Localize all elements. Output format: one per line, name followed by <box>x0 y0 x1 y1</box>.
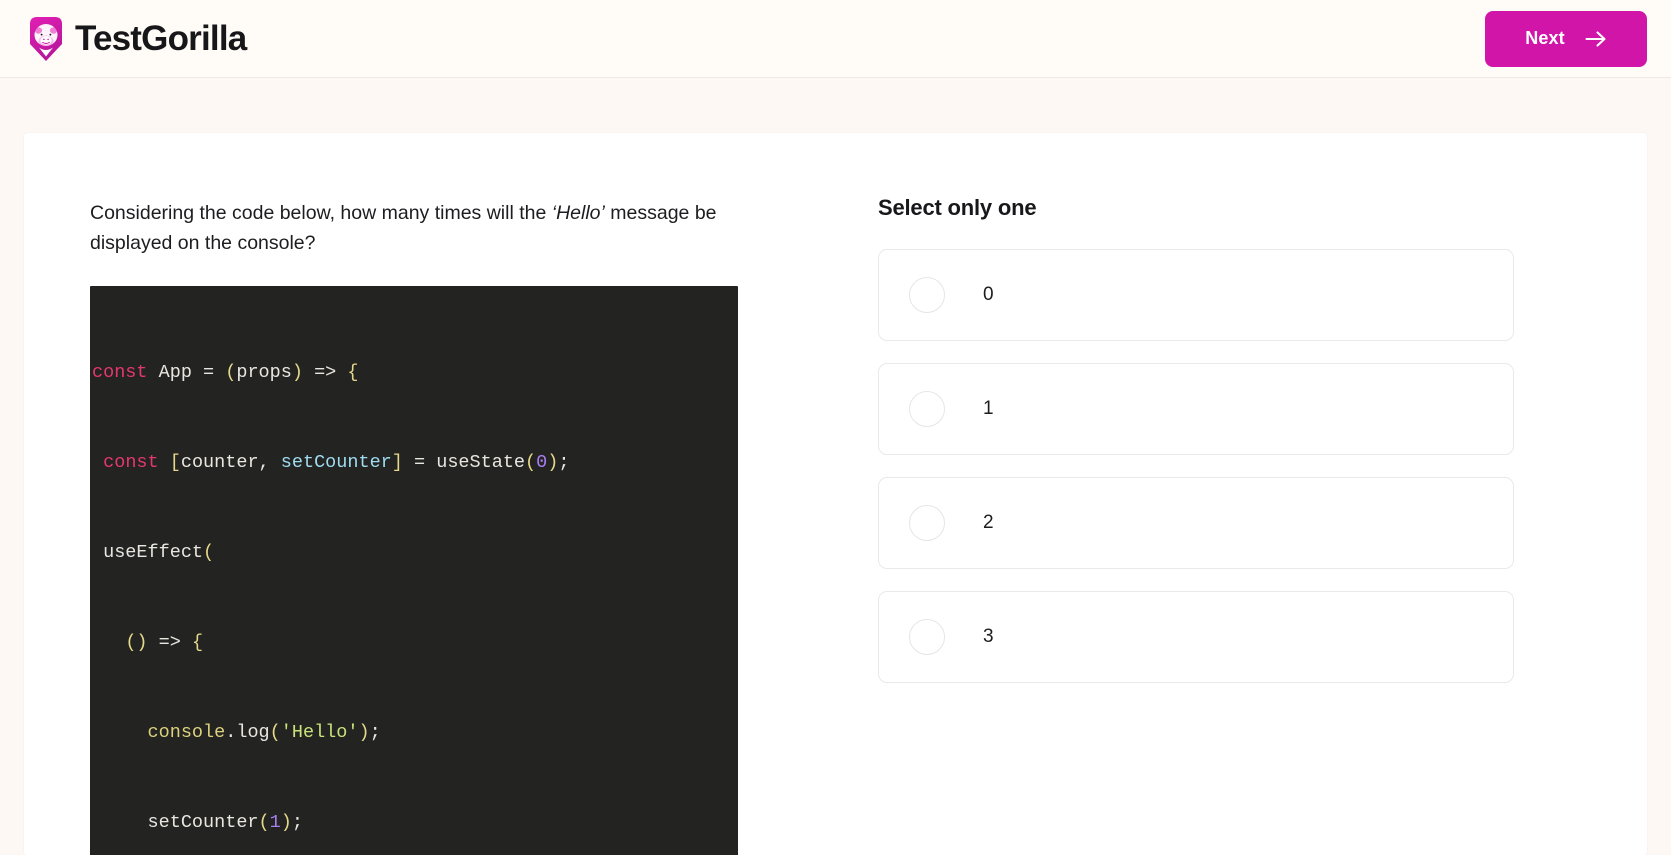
answer-option-3[interactable]: 3 <box>878 591 1514 683</box>
brand-name: TestGorilla <box>75 19 247 58</box>
gorilla-shield-icon <box>30 16 62 61</box>
app-header: TestGorilla Next <box>0 0 1671 78</box>
answers-heading: Select only one <box>878 195 1037 220</box>
radio-icon[interactable] <box>909 505 945 541</box>
answer-option-label: 1 <box>983 398 994 419</box>
code-snippet: const App = (props) => { const [counter,… <box>90 286 738 855</box>
question-card: Considering the code below, how many tim… <box>24 133 1647 855</box>
next-button-label: Next <box>1525 28 1565 48</box>
answer-option-0[interactable]: 0 <box>878 249 1514 341</box>
code-line: console.log('Hello'); <box>147 722 381 744</box>
code-line: () => { <box>125 632 204 654</box>
code-line: const [counter, setCounter] = useState(0… <box>103 452 570 474</box>
brand-logo: TestGorilla <box>26 16 247 62</box>
question-text-before: Considering the code below, how many tim… <box>90 202 552 224</box>
arrow-right-icon <box>1585 30 1606 47</box>
radio-icon[interactable] <box>909 391 945 427</box>
code-line: const App = (props) => { <box>92 362 359 384</box>
code-line: useEffect( <box>92 542 215 564</box>
answer-option-list: 0 1 2 3 <box>878 249 1514 683</box>
question-column: Considering the code below, how many tim… <box>90 195 802 855</box>
radio-icon[interactable] <box>909 619 945 655</box>
page-background: Considering the code below, how many tim… <box>0 78 1671 855</box>
code-line: setCounter(1); <box>92 812 303 834</box>
radio-icon[interactable] <box>909 277 945 313</box>
answer-option-label: 0 <box>983 284 994 305</box>
question-emphasis: ‘Hello’ <box>551 202 605 224</box>
next-button[interactable]: Next <box>1485 10 1647 67</box>
answers-column: Select only one 0 1 2 3 <box>878 195 1587 683</box>
question-prompt: Considering the code below, how many tim… <box>90 199 740 258</box>
answer-option-1[interactable]: 1 <box>878 363 1514 455</box>
answer-option-label: 2 <box>983 512 994 533</box>
answer-option-2[interactable]: 2 <box>878 477 1514 569</box>
answer-option-label: 3 <box>983 626 994 647</box>
